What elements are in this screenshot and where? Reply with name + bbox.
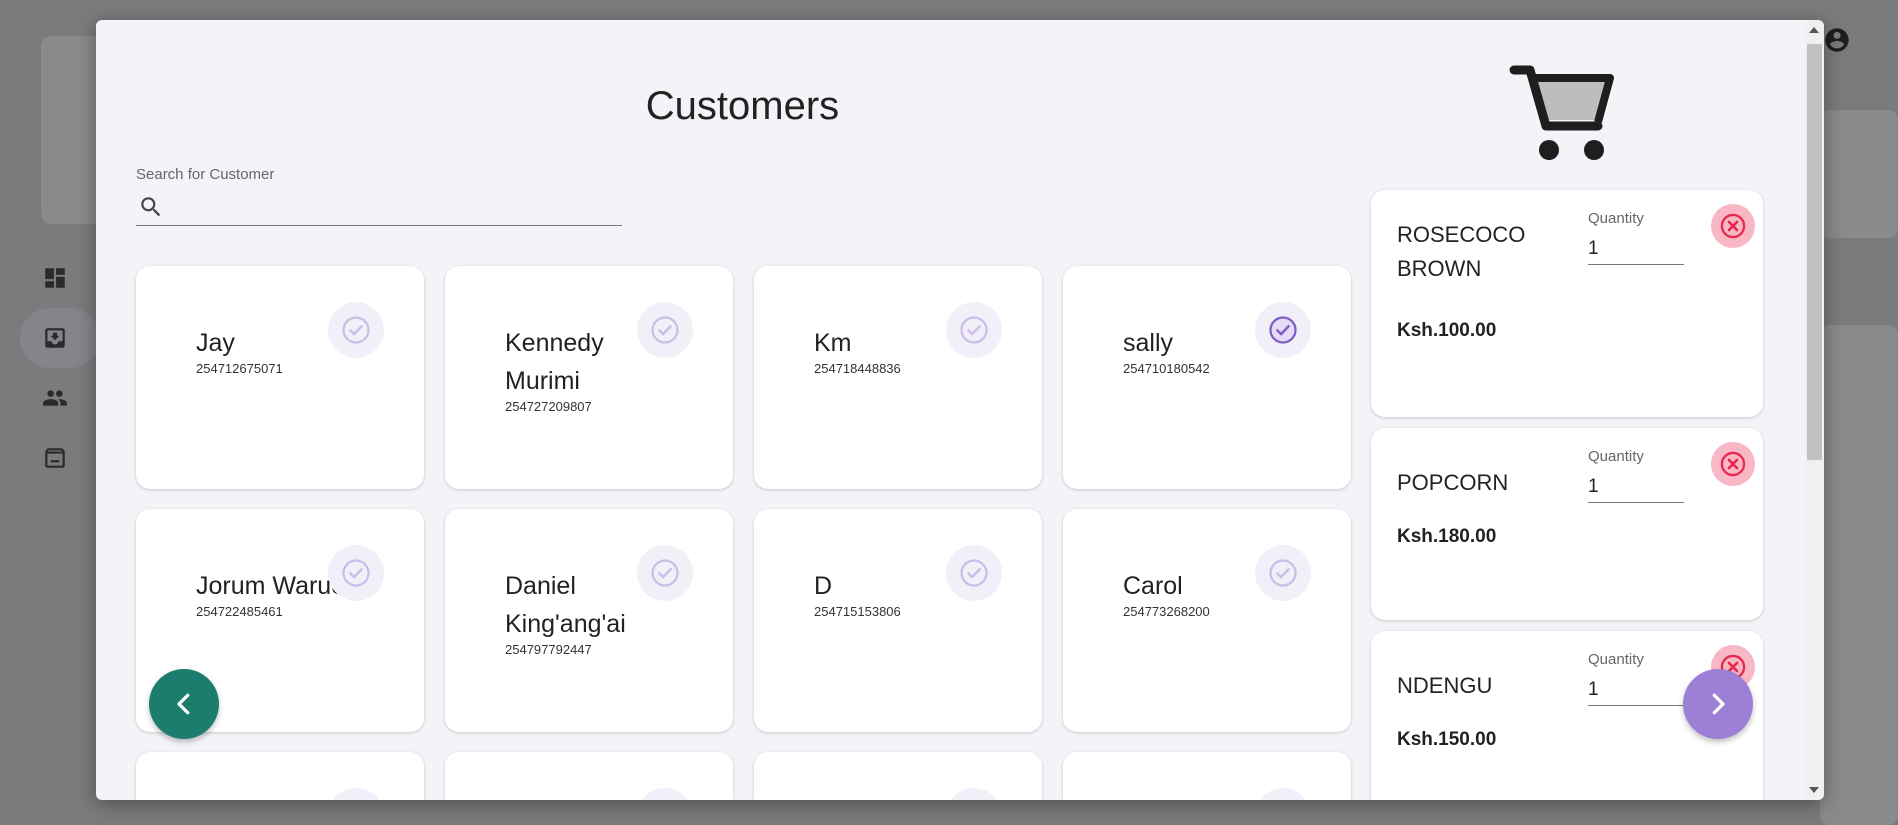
- cancel-icon: [1720, 451, 1746, 477]
- dashboard-icon: [40, 263, 70, 293]
- customer-name: D 254715153806: [814, 567, 964, 620]
- chevron-left-icon: [177, 693, 190, 715]
- customer-name: Carol 254773268200: [1123, 567, 1273, 620]
- next-button[interactable]: [1683, 669, 1753, 739]
- customer-card[interactable]: Kennedy Murimi 254727209807: [445, 266, 733, 489]
- archive-icon: [40, 443, 70, 473]
- account-icon[interactable]: [1823, 26, 1851, 54]
- customer-phone: 254797792447: [505, 642, 592, 657]
- check-circle-icon[interactable]: [946, 302, 1002, 358]
- customer-name-text: Kennedy Murimi: [505, 329, 604, 395]
- background-panel-right: [1820, 110, 1898, 238]
- search-input[interactable]: [174, 192, 618, 224]
- customer-name-text: Daniel King'ang'ai: [505, 572, 626, 638]
- customer-phone: 254773268200: [1123, 604, 1210, 619]
- customer-card[interactable]: [136, 752, 424, 800]
- remove-item-button[interactable]: [1711, 442, 1755, 486]
- check-circle-icon[interactable]: [328, 788, 384, 800]
- customer-card[interactable]: D 254715153806: [754, 509, 1042, 732]
- customer-name: Jay 254712675071: [196, 324, 346, 377]
- customer-phone: 254722485461: [196, 604, 283, 619]
- check-circle-icon[interactable]: [946, 545, 1002, 601]
- chevron-right-icon: [1712, 693, 1725, 715]
- customer-card[interactable]: Carol 254773268200: [1063, 509, 1351, 732]
- customer-name: sally 254710180542: [1123, 324, 1273, 377]
- cart-item-name: ROSECOCO BROWN: [1397, 222, 1526, 281]
- customer-name-text: D: [814, 572, 833, 600]
- customer-name-text: Jay: [196, 329, 235, 357]
- check-circle-icon[interactable]: [1255, 302, 1311, 358]
- customer-phone: 254715153806: [814, 604, 901, 619]
- modal-scrollbar[interactable]: [1805, 20, 1824, 800]
- customer-card[interactable]: Daniel King'ang'ai 254797792447: [445, 509, 733, 732]
- check-circle-icon[interactable]: [1255, 788, 1311, 800]
- scrollbar-thumb[interactable]: [1807, 44, 1822, 460]
- customer-name-text: Km: [814, 329, 852, 357]
- customer-name: Daniel King'ang'ai 254797792447: [505, 567, 655, 658]
- customer-name: Km 254718448836: [814, 324, 964, 377]
- customer-name-text: Carol: [1123, 572, 1183, 600]
- customer-phone: 254712675071: [196, 361, 283, 376]
- cart-item-price: Ksh.180.00: [1397, 526, 1497, 547]
- cancel-icon: [1720, 213, 1746, 239]
- customer-name-text: sally: [1123, 329, 1174, 357]
- cart-item: ROSECOCO BROWN Quantity 1 Ksh.100.00: [1371, 190, 1763, 417]
- remove-item-button[interactable]: [1711, 204, 1755, 248]
- customer-card[interactable]: [754, 752, 1042, 800]
- search-label: Search for Customer: [136, 166, 275, 183]
- quantity-input[interactable]: 1: [1588, 675, 1684, 706]
- people-icon: [40, 383, 70, 413]
- check-circle-icon[interactable]: [637, 545, 693, 601]
- search-field[interactable]: [136, 190, 622, 226]
- scroll-down-arrow-icon[interactable]: [1809, 787, 1819, 793]
- quantity-input[interactable]: 1: [1588, 234, 1684, 265]
- check-circle-icon[interactable]: [328, 545, 384, 601]
- previous-button[interactable]: [149, 669, 219, 739]
- customer-name: Jorum Waruo 254722485461: [196, 567, 346, 620]
- check-circle-icon[interactable]: [637, 302, 693, 358]
- cart-item: POPCORN Quantity 1 Ksh.180.00: [1371, 428, 1763, 620]
- customer-card[interactable]: [1063, 752, 1351, 800]
- cart-item-price: Ksh.100.00: [1397, 320, 1497, 341]
- page-title: Customers: [645, 84, 840, 128]
- check-circle-icon[interactable]: [946, 788, 1002, 800]
- quantity-label: Quantity: [1588, 651, 1644, 668]
- cart-item-name: POPCORN: [1397, 470, 1509, 495]
- background-panel-right-lower: [1820, 325, 1898, 825]
- inbox-icon: [40, 323, 70, 353]
- customer-card[interactable]: [445, 752, 733, 800]
- customer-name-text: Jorum Waruo: [196, 572, 346, 600]
- check-circle-icon[interactable]: [328, 302, 384, 358]
- scroll-up-arrow-icon[interactable]: [1809, 27, 1819, 33]
- cart-item-name: NDENGU: [1397, 673, 1493, 698]
- customer-card[interactable]: Jay 254712675071: [136, 266, 424, 489]
- check-circle-icon[interactable]: [637, 788, 693, 800]
- cart-item-price: Ksh.150.00: [1397, 729, 1497, 750]
- customer-phone: 254727209807: [505, 399, 592, 414]
- quantity-label: Quantity: [1588, 210, 1644, 227]
- customer-phone: 254718448836: [814, 361, 901, 376]
- quantity-label: Quantity: [1588, 448, 1644, 465]
- customer-phone: 254710180542: [1123, 361, 1210, 376]
- quantity-input[interactable]: 1: [1588, 472, 1684, 503]
- customer-cart-modal: Customers Search for Customer Jay 2547126…: [96, 20, 1824, 800]
- customer-card[interactable]: Km 254718448836: [754, 266, 1042, 489]
- customer-card[interactable]: sally 254710180542: [1063, 266, 1351, 489]
- check-circle-icon[interactable]: [1255, 545, 1311, 601]
- customer-name: Kennedy Murimi 254727209807: [505, 324, 655, 415]
- search-icon: [138, 194, 164, 220]
- shopping-cart-icon: [1506, 58, 1616, 168]
